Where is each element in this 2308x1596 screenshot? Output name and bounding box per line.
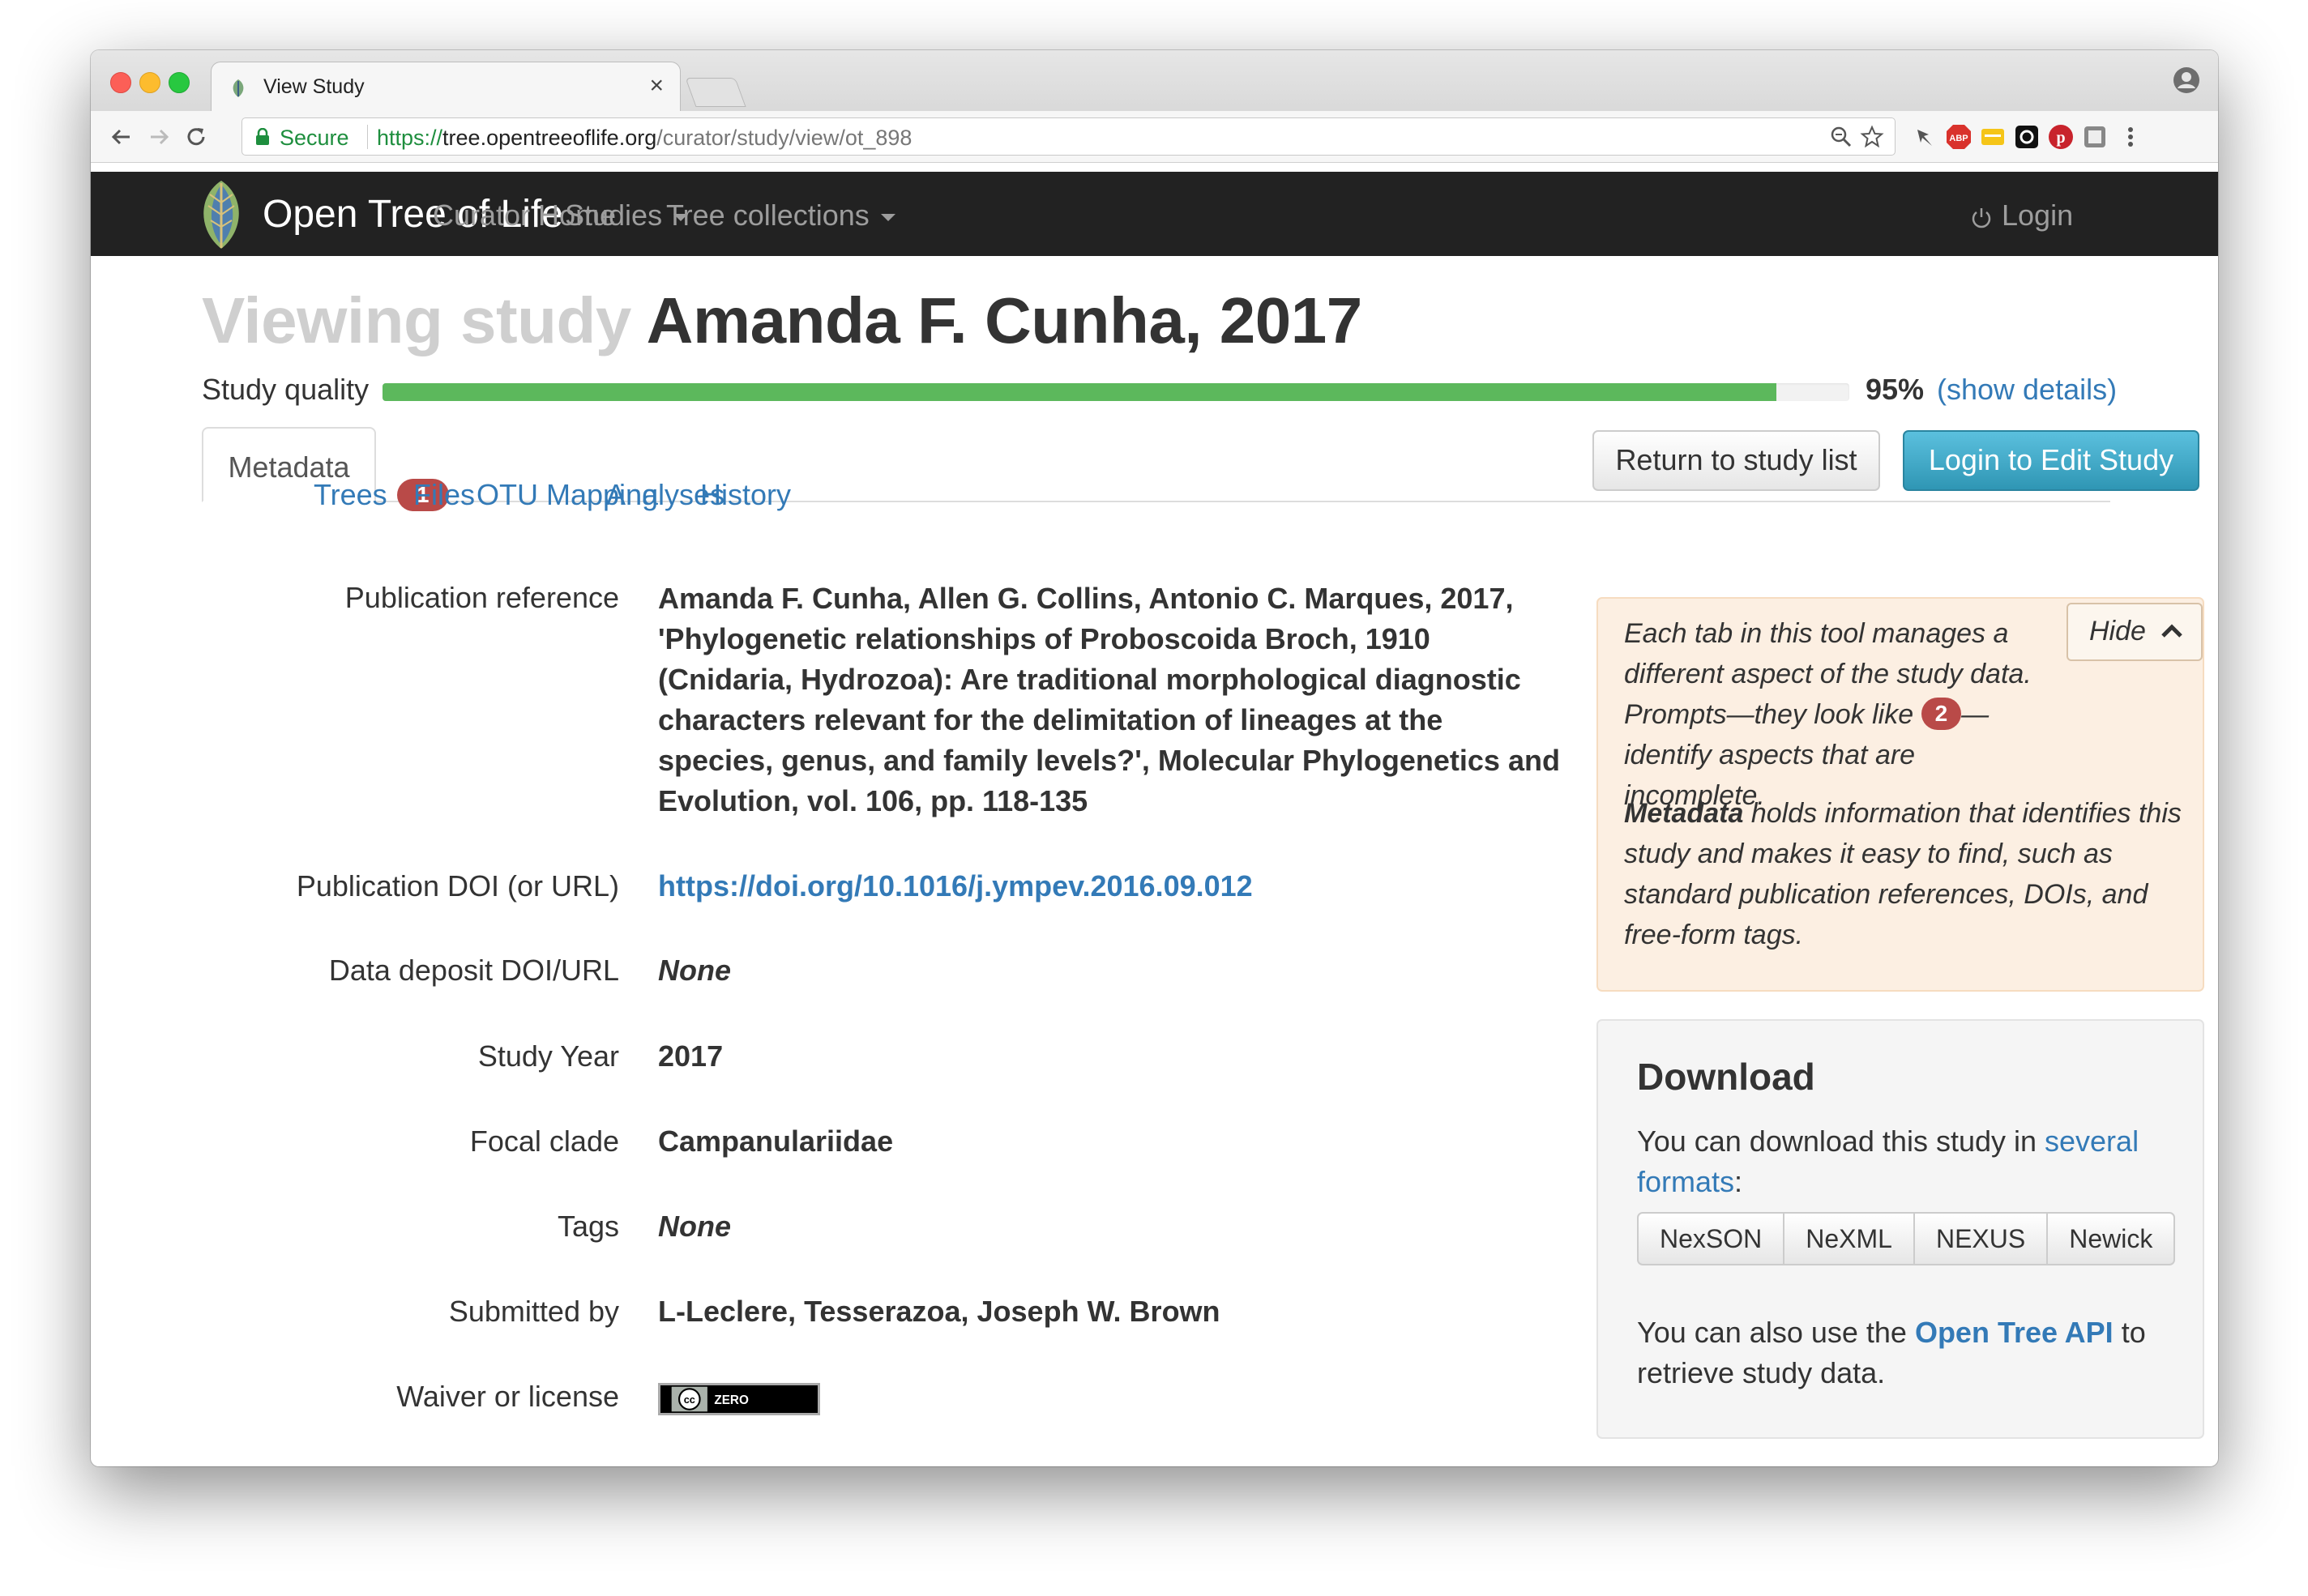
- forward-arrow-icon[interactable]: [143, 121, 175, 153]
- browser-window: View Study × Secure https://tree.opentre…: [91, 50, 2218, 1466]
- nav-tree-collections-label: Tree collections: [666, 198, 870, 232]
- return-to-study-list-button[interactable]: Return to study list: [1592, 430, 1880, 491]
- leaf-favicon-icon: [233, 79, 244, 97]
- back-arrow-icon[interactable]: [105, 121, 138, 153]
- waiver-license-label: Waiver or license: [396, 1380, 619, 1413]
- tab-title: View Study: [263, 75, 365, 98]
- download-nexml-button[interactable]: NeXML: [1783, 1212, 1915, 1265]
- cc-zero-license-badge[interactable]: cc ZERO: [658, 1383, 820, 1415]
- study-year-label: Study Year: [477, 1039, 619, 1073]
- pinterest-icon[interactable]: p: [2047, 123, 2075, 151]
- open-tree-api-link[interactable]: Open Tree API: [1915, 1316, 2114, 1349]
- tags-label: Tags: [557, 1210, 619, 1243]
- tab-files[interactable]: Files: [413, 478, 475, 512]
- svg-text:ABP: ABP: [1949, 134, 1968, 143]
- nav-studies-label: Studies: [565, 198, 663, 232]
- notes-extension-icon[interactable]: [1979, 123, 2007, 151]
- menu-kebab-icon[interactable]: [2117, 123, 2144, 151]
- url-scheme: https://: [377, 126, 443, 150]
- secure-label: Secure: [280, 126, 349, 150]
- help-box: Each tab in this tool manages a differen…: [1596, 597, 2204, 992]
- focal-clade-value: Campanulariidae: [658, 1124, 894, 1158]
- url-path: /curator/study/view/ot_898: [656, 126, 913, 150]
- minimize-window-button[interactable]: [139, 72, 160, 93]
- cc-zero-text: ZERO: [714, 1393, 749, 1407]
- nav-tree-collections-dropdown[interactable]: Tree collections: [666, 198, 895, 233]
- site-navbar: Open Tree of Life Curator Home Studies T…: [91, 172, 2218, 256]
- submitted-by-value: L-Leclere, Tesserazoa, Joseph W. Brown: [658, 1295, 1220, 1328]
- page-title-study: Amanda F. Cunha, 2017: [646, 284, 1363, 356]
- new-tab-button[interactable]: [685, 78, 746, 107]
- study-quality-bar: [383, 383, 1849, 401]
- help-metadata-term: Metadata: [1624, 798, 1744, 829]
- close-window-button[interactable]: [110, 72, 131, 93]
- download-api-text: You can also use the Open Tree API to re…: [1637, 1312, 2172, 1393]
- page-title-prefix: Viewing study: [202, 284, 631, 356]
- svg-text:p: p: [2056, 129, 2065, 147]
- study-quality-fill: [383, 383, 1776, 401]
- download-panel: Download You can download this study in …: [1596, 1019, 2204, 1439]
- caret-down-icon: [880, 213, 895, 221]
- download-nexson-button[interactable]: NexSON: [1637, 1212, 1785, 1265]
- study-quality-percent: 95%: [1866, 373, 1925, 406]
- publication-reference-value: Amanda F. Cunha, Allen G. Collins, Anton…: [658, 582, 1560, 817]
- download-api-text-a: You can also use the: [1637, 1316, 1915, 1349]
- nav-login[interactable]: Login: [2002, 198, 2073, 233]
- help-example-badge: 2: [1921, 698, 1962, 730]
- browser-tab[interactable]: View Study ×: [211, 62, 681, 112]
- download-intro-colon: :: [1734, 1165, 1743, 1198]
- study-quality-label: Study quality: [202, 373, 370, 406]
- login-to-edit-study-button[interactable]: Login to Edit Study: [1903, 430, 2199, 491]
- screenshot-extension-icon[interactable]: [2081, 123, 2109, 151]
- adblock-icon[interactable]: ABP: [1945, 123, 1972, 151]
- help-paragraph-metadata: Metadata holds information that identifi…: [1624, 793, 2183, 955]
- data-deposit-label: Data deposit DOI/URL: [328, 954, 619, 987]
- power-icon: [1972, 208, 1991, 228]
- tab-trees-label: Trees: [314, 478, 387, 511]
- data-deposit-value: None: [658, 954, 731, 987]
- tags-value: None: [658, 1210, 731, 1243]
- download-intro-text: You can download this study in: [1637, 1124, 2045, 1158]
- url-host: tree.opentreeoflife.org: [442, 126, 657, 150]
- tab-history[interactable]: History: [700, 478, 791, 512]
- help-paragraph-tabs: Each tab in this tool manages a differen…: [1624, 613, 2045, 816]
- lock-icon: [256, 128, 269, 145]
- download-format-buttons: NexSON NeXML NEXUS Newick: [1637, 1212, 2176, 1265]
- focal-clade-label: Focal clade: [469, 1124, 619, 1158]
- zoom-window-button[interactable]: [169, 72, 190, 93]
- hide-help-label: Hide: [2089, 616, 2146, 647]
- tab-close-icon[interactable]: ×: [649, 72, 664, 100]
- pin-extension-icon[interactable]: [1911, 123, 1938, 151]
- g-extension-icon[interactable]: [2013, 123, 2041, 151]
- download-nexus-button[interactable]: NEXUS: [1913, 1212, 2049, 1265]
- browser-toolbar: Secure https://tree.opentreeoflife.org/c…: [91, 111, 2218, 163]
- hide-help-button[interactable]: Hide: [2067, 603, 2203, 661]
- publication-reference-label: Publication reference: [344, 581, 619, 614]
- download-intro: You can download this study in several f…: [1637, 1121, 2172, 1202]
- chevron-up-icon: [2161, 624, 2182, 638]
- page-title: Viewing study Amanda F. Cunha, 2017: [202, 284, 1362, 358]
- svg-text:cc: cc: [684, 1393, 695, 1406]
- address-bar[interactable]: Secure https://tree.opentreeoflife.org/c…: [241, 117, 1896, 156]
- open-tree-leaf-logo-icon[interactable]: [196, 178, 246, 251]
- download-newick-button[interactable]: Newick: [2046, 1212, 2176, 1265]
- submitted-by-label: Submitted by: [448, 1295, 619, 1328]
- url-text[interactable]: https://tree.opentreeoflife.org/curator/…: [377, 126, 912, 151]
- publication-doi-label: Publication DOI (or URL): [296, 869, 619, 903]
- bookmark-star-icon[interactable]: [1860, 125, 1884, 149]
- reload-icon[interactable]: [180, 121, 212, 153]
- show-details-link[interactable]: (show details): [1937, 373, 2117, 407]
- download-title: Download: [1637, 1056, 1815, 1098]
- zoom-icon[interactable]: [1829, 125, 1853, 149]
- study-year-value: 2017: [658, 1039, 724, 1073]
- browser-titlebar: View Study ×: [91, 50, 2218, 112]
- omnibox-divider: [367, 125, 368, 149]
- profile-icon[interactable]: [2173, 66, 2200, 94]
- publication-doi-link[interactable]: https://doi.org/10.1016/j.ympev.2016.09.…: [658, 869, 1253, 903]
